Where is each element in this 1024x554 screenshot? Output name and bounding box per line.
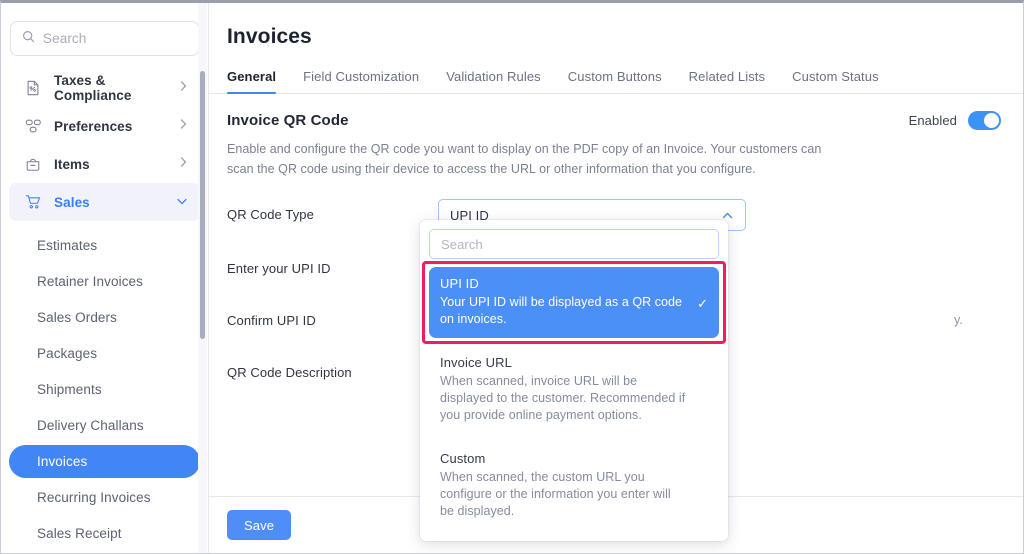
app-window: Search Taxes & Compliance Preferences It… <box>0 0 1024 554</box>
sidebar-search-wrap: Search <box>1 21 208 56</box>
chevron-right-icon <box>179 79 188 97</box>
page-title: Invoices <box>227 25 312 48</box>
sidebar-item-preferences[interactable]: Preferences <box>9 107 200 145</box>
enter-upi-id-label: Enter your UPI ID <box>227 261 331 276</box>
dropdown-option-description: When scanned, the custom URL you configu… <box>440 470 671 518</box>
section-header: Invoice QR Code Enabled <box>209 94 1023 130</box>
sidebar-subitem-label: Invoices <box>37 454 88 469</box>
sidebar-item-label: Taxes & Compliance <box>54 73 132 103</box>
sidebar-subitem-label: Sales Receipt <box>37 526 122 541</box>
qr-code-description-label: QR Code Description <box>227 365 352 380</box>
sidebar-subitem-label: Recurring Invoices <box>37 490 151 505</box>
sidebar-scrollbar-thumb[interactable] <box>200 71 205 339</box>
dropdown-option-description: Your UPI ID will be displayed as a QR co… <box>440 295 683 326</box>
sidebar-item-delivery-challans[interactable]: Delivery Challans <box>9 409 200 442</box>
chevron-down-icon <box>176 193 188 211</box>
section-toggle-group: Enabled <box>909 111 1001 130</box>
tab-bar: General Field Customization Validation R… <box>209 69 1023 94</box>
sidebar-subitem-label: Packages <box>37 346 98 361</box>
sidebar: Search Taxes & Compliance Preferences It… <box>1 3 209 553</box>
sidebar-item-items[interactable]: Items <box>9 145 200 183</box>
dropdown-option-custom[interactable]: Custom When scanned, the custom URL you … <box>429 442 719 530</box>
preferences-grid-icon <box>23 118 43 134</box>
sidebar-subitem-label: Retainer Invoices <box>37 274 144 289</box>
sidebar-subitem-label: Estimates <box>37 238 98 253</box>
invoice-qr-code-toggle[interactable] <box>968 111 1001 130</box>
tax-document-icon <box>23 80 43 96</box>
check-icon: ✓ <box>697 296 708 311</box>
dropdown-option-description: When scanned, invoice URL will be displa… <box>440 374 686 422</box>
sidebar-subitem-label: Sales Orders <box>37 310 117 325</box>
sidebar-item-invoices[interactable]: Invoices <box>9 445 200 478</box>
sidebar-nav: Taxes & Compliance Preferences Items Sal… <box>1 69 208 550</box>
dropdown-option-title: Invoice URL <box>440 355 512 370</box>
dropdown-search-input[interactable]: Search <box>429 229 719 259</box>
tab-general[interactable]: General <box>227 69 277 94</box>
obscured-hint-text: y. <box>954 313 963 327</box>
dropdown-option-upi-id[interactable]: UPI ID Your UPI ID will be displayed as … <box>422 261 726 344</box>
dropdown-option-invoice-url[interactable]: Invoice URL When scanned, invoice URL wi… <box>429 346 719 434</box>
sidebar-item-label: Preferences <box>54 118 133 134</box>
sidebar-item-taxes-compliance[interactable]: Taxes & Compliance <box>9 69 200 107</box>
sidebar-item-sales[interactable]: Sales <box>9 183 200 221</box>
section-description: Enable and configure the QR code you wan… <box>227 142 822 176</box>
sidebar-item-label: Sales <box>54 194 90 210</box>
search-placeholder: Search <box>43 31 87 46</box>
toggle-knob <box>984 113 999 128</box>
tab-custom-status[interactable]: Custom Status <box>792 69 879 93</box>
sidebar-item-recurring-invoices[interactable]: Recurring Invoices <box>9 481 200 514</box>
confirm-upi-id-label: Confirm UPI ID <box>227 313 316 328</box>
save-button[interactable]: Save <box>227 510 292 540</box>
sidebar-item-retainer-invoices[interactable]: Retainer Invoices <box>9 265 200 298</box>
dropdown-option-title: Custom <box>440 451 486 466</box>
items-bag-icon <box>23 156 43 172</box>
tab-validation-rules[interactable]: Validation Rules <box>446 69 541 93</box>
sidebar-item-packages[interactable]: Packages <box>9 337 200 370</box>
search-icon <box>22 30 35 48</box>
sidebar-item-sales-receipt[interactable]: Sales Receipt <box>9 517 200 550</box>
main-content: Invoices General Field Customization Val… <box>209 3 1023 553</box>
settings-panel: Invoice QR Code Enabled Enable and confi… <box>209 94 1023 553</box>
chevron-right-icon <box>179 117 188 135</box>
sales-cart-icon <box>23 194 43 210</box>
qr-code-type-dropdown: Search UPI ID Your UPI ID will be displa… <box>420 220 728 541</box>
sidebar-item-label: Items <box>54 156 90 172</box>
sidebar-item-sales-orders[interactable]: Sales Orders <box>9 301 200 334</box>
toggle-label: Enabled <box>908 113 957 128</box>
tab-related-lists[interactable]: Related Lists <box>689 69 765 93</box>
qr-code-form: QR Code Type UPI ID Enter your UPI ID Co… <box>209 179 1023 541</box>
chevron-right-icon <box>179 155 188 173</box>
sidebar-item-shipments[interactable]: Shipments <box>9 373 200 406</box>
tab-field-customization[interactable]: Field Customization <box>303 69 419 93</box>
sidebar-subitem-label: Shipments <box>37 382 102 397</box>
section-title: Invoice QR Code <box>227 112 349 129</box>
sidebar-item-estimates[interactable]: Estimates <box>9 229 200 262</box>
tab-custom-buttons[interactable]: Custom Buttons <box>568 69 662 93</box>
dropdown-search-placeholder: Search <box>441 236 483 252</box>
sidebar-subitem-label: Delivery Challans <box>37 418 144 433</box>
dropdown-option-title: UPI ID <box>440 276 479 291</box>
search-input[interactable]: Search <box>10 21 199 56</box>
qr-code-type-label: QR Code Type <box>227 207 314 222</box>
